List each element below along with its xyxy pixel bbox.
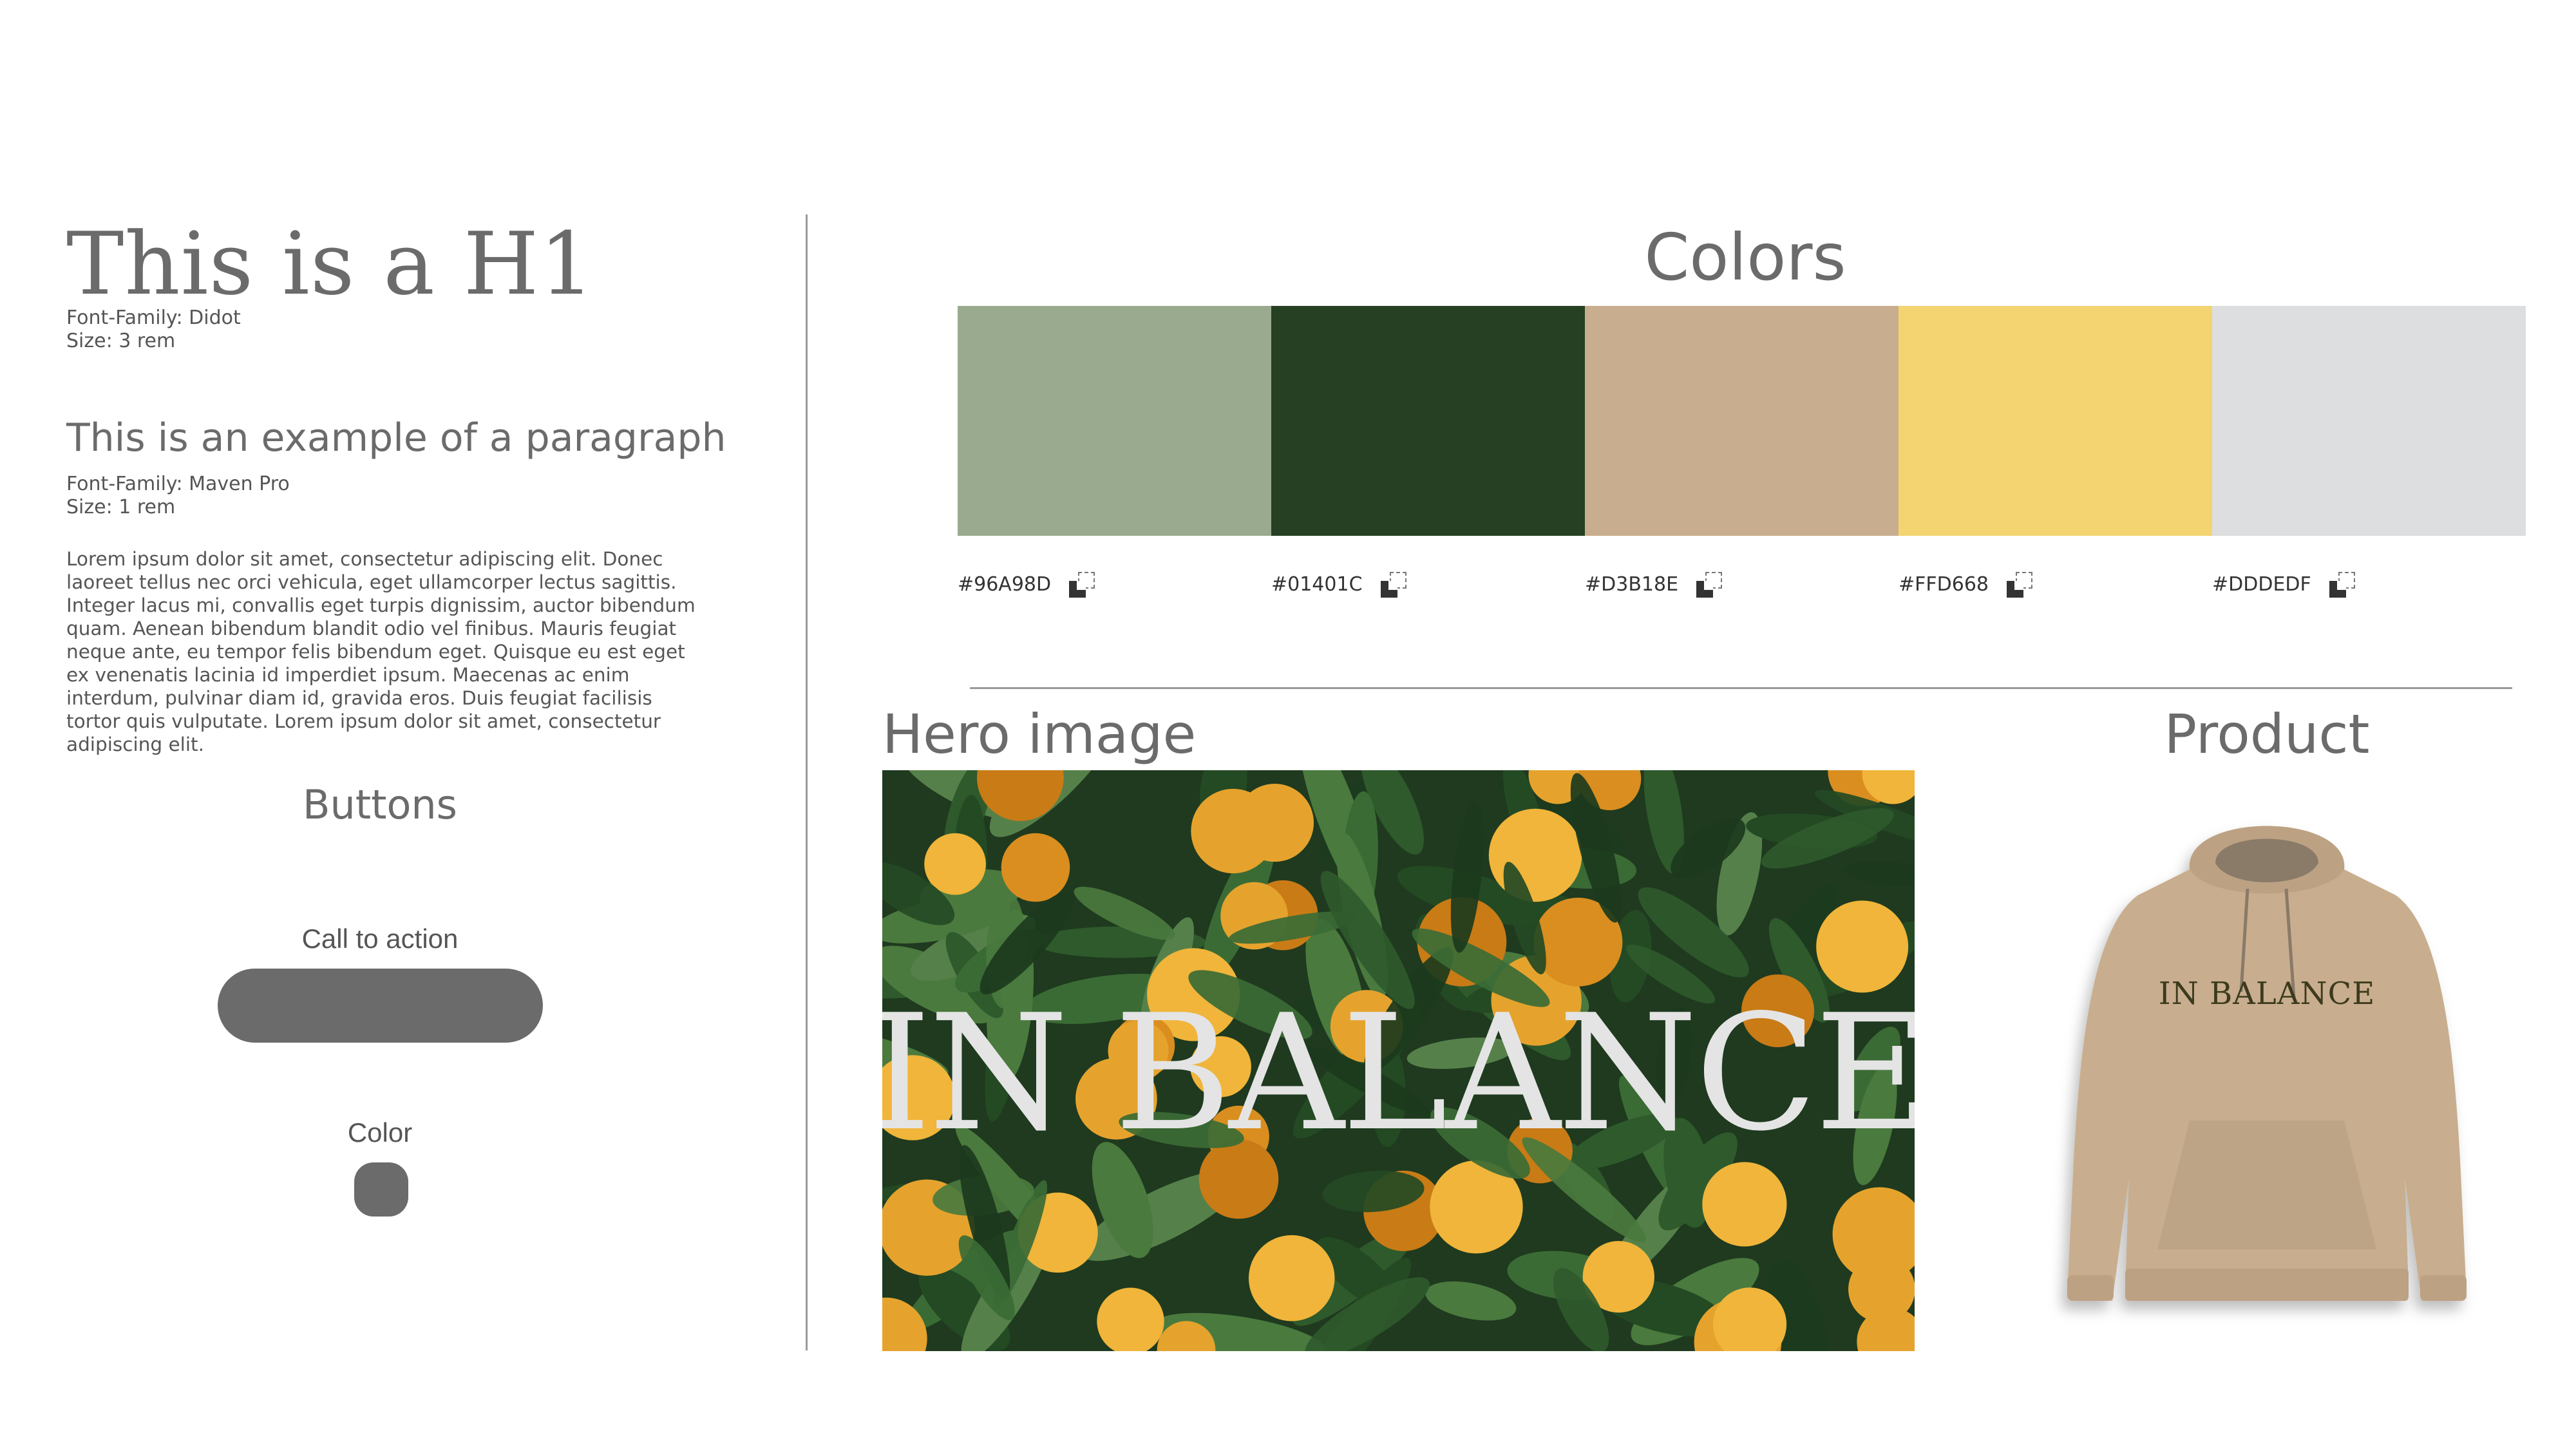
hex-item: #D3B18E: [1585, 569, 1899, 600]
button-color-swatch[interactable]: [354, 1162, 408, 1217]
hoodie-print-text: IN BALANCE: [2158, 976, 2376, 1012]
hex-code: #01401C: [1271, 573, 1363, 596]
paragraph-font-family: Font-Family: Maven Pro: [66, 473, 290, 495]
hero-heading: Hero image: [882, 703, 1197, 766]
hex-item: #DDDEDF: [2212, 569, 2526, 600]
buttons-heading: Buttons: [303, 781, 457, 828]
hoodie-product-image: IN BALANCE: [2041, 799, 2492, 1346]
hex-item: #96A98D: [958, 569, 1271, 600]
hex-code: #FFD668: [1899, 573, 1989, 596]
hex-code: #D3B18E: [1585, 573, 1679, 596]
hoodie-icon: [2067, 826, 2467, 1301]
paragraph-sample: Lorem ipsum dolor sit amet, consectetur …: [66, 548, 696, 755]
copy-icon[interactable]: [2329, 572, 2355, 598]
color-swatch[interactable]: [1899, 306, 2212, 536]
colors-heading: Colors: [1644, 220, 1846, 295]
paragraph-size: Size: 1 rem: [66, 496, 176, 518]
hex-codes: #96A98D #01401C #D3B18E #FFD668 #DDDEDF: [958, 569, 2526, 600]
hex-item: #FFD668: [1899, 569, 2212, 600]
color-swatch[interactable]: [1271, 306, 1585, 536]
color-swatch[interactable]: [2212, 306, 2526, 536]
hero-image: IN BALANCE: [882, 770, 1915, 1351]
h1-font-family: Font-Family: Didot: [66, 307, 241, 329]
call-to-action-button[interactable]: [218, 969, 543, 1043]
vertical-divider: [806, 214, 808, 1350]
hex-item: #01401C: [1271, 569, 1585, 600]
color-palette: [958, 306, 2526, 536]
copy-icon[interactable]: [1696, 572, 1723, 598]
h1-sample: This is a H1: [66, 214, 595, 314]
copy-icon[interactable]: [1380, 572, 1406, 598]
hex-code: #96A98D: [958, 573, 1052, 596]
copy-icon[interactable]: [1069, 572, 1095, 598]
hero-overlay-text: IN BALANCE: [882, 981, 1915, 1166]
color-swatch[interactable]: [1585, 306, 1899, 536]
hex-code: #DDDEDF: [2212, 573, 2311, 596]
cta-label: Call to action: [301, 923, 459, 954]
h1-size: Size: 3 rem: [66, 330, 176, 352]
horizontal-divider: [970, 687, 2512, 689]
product-heading: Product: [2164, 703, 2370, 766]
copy-icon[interactable]: [2007, 572, 2033, 598]
color-label: Color: [347, 1117, 413, 1148]
paragraph-title: This is an example of a paragraph: [66, 415, 726, 460]
color-swatch[interactable]: [958, 306, 1271, 536]
